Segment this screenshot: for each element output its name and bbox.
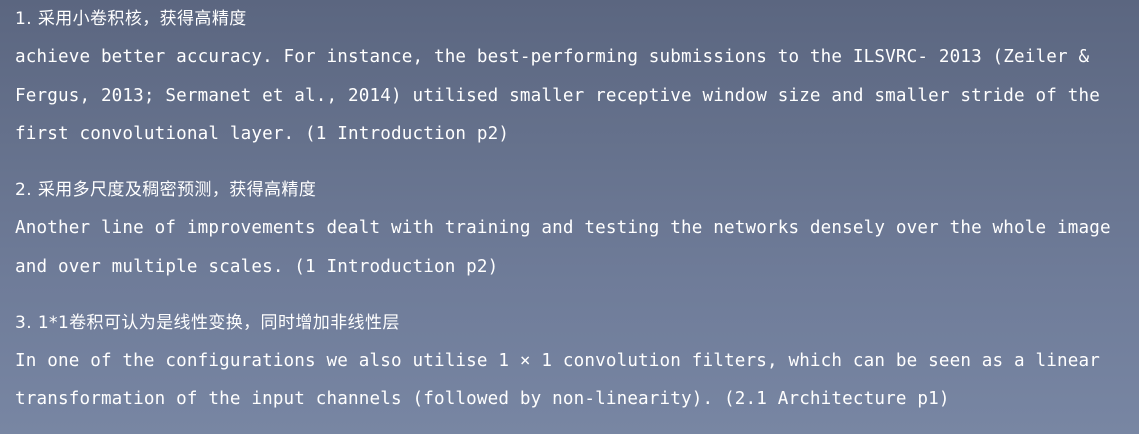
section-3-line-2: transformation of the input channels (fo… [15, 389, 950, 409]
section-2-line-2: and over multiple scales. (1 Introductio… [15, 257, 499, 277]
section-2-heading: 2. 采用多尺度及稠密预测，获得高精度 [15, 180, 317, 200]
section-2-line-1: Another line of improvements dealt with … [15, 218, 1111, 238]
section-1-line-2: Fergus, 2013; Sermanet et al., 2014) uti… [15, 86, 1100, 106]
notes-page: 1. 采用小卷积核，获得高精度 achieve better accuracy.… [0, 0, 1139, 434]
section-1-line-1: achieve better accuracy. For instance, t… [15, 47, 1090, 67]
section-1-heading: 1. 采用小卷积核，获得高精度 [15, 9, 247, 29]
section-3-heading: 3. 1*1卷积可认为是线性变换，同时增加非线性层 [15, 313, 400, 333]
section-3-line-1: In one of the configurations we also uti… [15, 351, 1100, 371]
section-1-line-3: first convolutional layer. (1 Introducti… [15, 124, 510, 144]
